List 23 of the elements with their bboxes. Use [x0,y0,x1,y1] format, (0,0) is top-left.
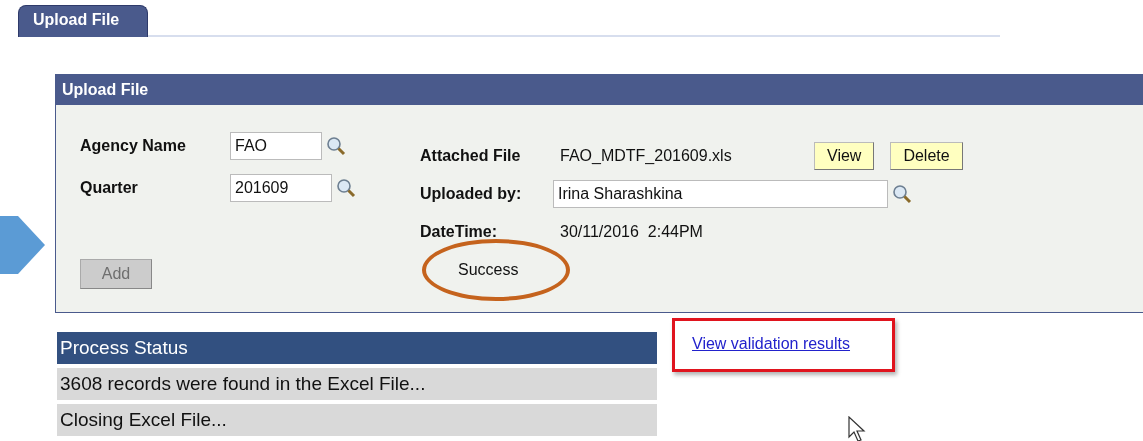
field-label: Uploaded by: [420,185,523,203]
field-label: Agency Name [80,137,187,155]
table-header: Process Status [57,332,657,364]
status-text: Success [458,261,519,279]
pointer-arrow [0,216,46,274]
input-field[interactable]: FAO [230,132,322,160]
search-icon[interactable] [336,178,356,198]
panel-title: Upload File [56,75,1143,105]
table-row: Closing Excel File... [57,404,657,436]
search-icon[interactable] [892,184,912,204]
input-field[interactable]: Irina Sharashkina [553,180,888,208]
datetime-value: 30/11/2016 2:44PM [559,223,703,241]
search-icon[interactable] [326,136,346,156]
action-button[interactable]: View [814,142,875,170]
field-label: Quarter [80,179,139,197]
file-name: FAO_MDTF_201609.xls [559,147,733,165]
action-button[interactable]: Delete [890,142,963,170]
validation-link[interactable]: View validation results [692,335,850,353]
input-field[interactable]: 201609 [230,174,332,202]
field-label: DateTime: [420,223,499,241]
tab[interactable]: Upload File [18,5,148,37]
table-row: 3608 records were found in the Excel File... [57,368,657,400]
field-label: Attached File [420,147,522,165]
